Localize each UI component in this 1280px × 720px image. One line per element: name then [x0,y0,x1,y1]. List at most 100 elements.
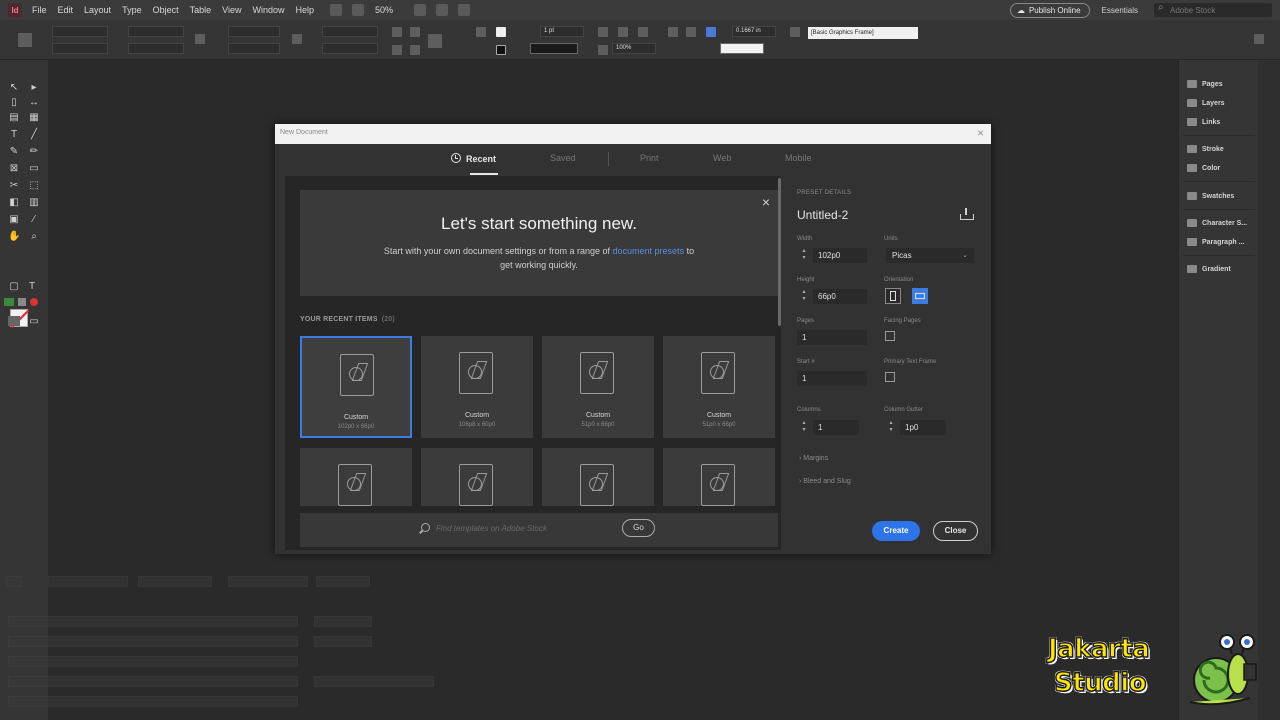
direct-selection-tool-icon[interactable]: ▸ [28,82,40,94]
auto-fit-icon[interactable] [706,27,716,37]
arrange-documents-icon[interactable] [458,4,471,16]
align-center-icon[interactable] [686,27,696,37]
apply-color-icon[interactable] [4,298,14,306]
document-presets-link[interactable]: document presets [613,246,685,256]
dialog-close-icon[interactable]: × [977,126,984,140]
recent-item-card[interactable] [421,448,533,506]
h-field[interactable] [128,43,184,54]
bleed-slug-expander[interactable]: › Bleed and Slug [799,478,851,485]
panel-character-styles[interactable]: Character S... [1187,219,1247,227]
go-button[interactable]: Go [622,519,655,537]
document-name-field[interactable]: Untitled-2 [797,208,848,222]
type-tool-icon[interactable]: T [8,129,20,141]
recent-item-card[interactable] [300,448,412,506]
reference-point-icon[interactable] [18,33,32,47]
menu-type[interactable]: Type [122,5,142,15]
stroke-swatch[interactable] [496,45,506,55]
units-select[interactable]: Picas ⌄ [886,248,974,263]
panel-swatches[interactable]: Swatches [1187,192,1234,200]
width-stepper[interactable]: ▴ ▾ [800,248,808,263]
recent-item-card[interactable]: Custom 51p0 x 66p0 [663,336,775,438]
gutter-stepper[interactable]: ▴ ▾ [887,420,895,435]
margins-expander[interactable]: › Margins [799,455,828,462]
content-collector-icon[interactable]: ▤ [8,112,20,124]
gradient-feather-tool-icon[interactable]: ▥ [28,197,40,209]
zoom-level[interactable]: 50% [375,5,393,15]
width-field[interactable]: 102p0 [813,248,867,263]
color-field[interactable] [720,43,764,54]
portrait-orientation-button[interactable] [885,288,901,304]
primary-text-frame-checkbox[interactable] [885,372,895,382]
rotation-field[interactable] [322,26,378,37]
panel-paragraph-styles[interactable]: Paragraph ... [1187,238,1244,246]
content-placer-icon[interactable]: ▦ [28,112,40,124]
opacity-icon[interactable] [598,45,608,55]
close-button[interactable]: Close [933,521,978,541]
publish-online-button[interactable]: ☁ Publish Online [1009,2,1090,18]
eyedropper-tool-icon[interactable]: ⁄ [28,214,40,226]
gradient-swatch-tool-icon[interactable]: ◧ [8,197,20,209]
view-options-icon[interactable] [414,4,427,16]
normal-view-icon[interactable] [8,316,20,326]
start-page-field[interactable]: 1 [797,371,867,386]
menu-edit[interactable]: Edit [58,5,74,15]
recent-item-card[interactable] [663,448,775,506]
tab-mobile[interactable]: Mobile [785,153,812,163]
create-button[interactable]: Create [872,521,920,541]
shear-field[interactable] [322,43,378,54]
banner-close-icon[interactable]: × [762,194,770,210]
column-gutter-field[interactable]: 1p0 [900,420,946,435]
gap-tool-icon[interactable]: ↔ [28,97,40,109]
menu-layout[interactable]: Layout [84,5,111,15]
flip-horizontal-icon[interactable] [392,45,402,55]
fill-none-swatch[interactable] [496,27,506,37]
recent-item-card[interactable]: Custom 102p0 x 66p0 [300,336,412,438]
opacity-field[interactable]: 100% [612,43,656,54]
x-field[interactable] [52,26,108,37]
rectangle-tool-icon[interactable]: ▭ [28,163,40,175]
bridge-icon[interactable] [330,4,342,16]
line-tool-icon[interactable]: ╱ [28,129,40,141]
panel-stroke[interactable]: Stroke [1187,145,1224,153]
panel-gradient[interactable]: Gradient [1187,265,1231,273]
recent-item-card[interactable] [542,448,654,506]
selection-tool-icon[interactable]: ↖ [8,82,20,94]
note-tool-icon[interactable]: ▣ [8,214,20,226]
menu-view[interactable]: View [222,5,241,15]
columns-field[interactable]: 1 [813,420,859,435]
page-tool-icon[interactable]: ▯ [8,97,20,109]
indesign-logo-icon[interactable]: Id [8,3,22,17]
rotate-cw-icon[interactable] [392,27,402,37]
fit-content-icon[interactable] [638,27,648,37]
frame-fitting-icon[interactable] [618,27,628,37]
fill-icon[interactable] [476,27,486,37]
apply-none-icon[interactable] [30,298,38,306]
panel-layers[interactable]: Layers [1187,99,1225,107]
text-wrap-icon[interactable] [598,27,608,37]
scale-y-field[interactable] [228,43,280,54]
flip-vertical-icon[interactable] [410,45,420,55]
scissors-tool-icon[interactable]: ✂ [8,180,20,192]
formatting-container-icon[interactable]: ▢ [8,281,20,293]
object-style-icon[interactable] [790,27,800,37]
hand-tool-icon[interactable]: ✋ [8,231,20,243]
pencil-tool-icon[interactable]: ✏ [28,146,40,158]
menu-file[interactable]: File [32,5,47,15]
w-field[interactable] [128,26,184,37]
template-search-input[interactable]: Find templates on Adobe Stock [420,524,600,533]
zoom-tool-icon[interactable]: ⌕ [28,231,40,243]
menu-table[interactable]: Table [190,5,212,15]
landscape-orientation-button[interactable] [912,288,928,304]
align-left-icon[interactable] [668,27,678,37]
constrain-scale-icon[interactable] [292,34,302,44]
panel-links[interactable]: Links [1187,118,1220,126]
object-style-select[interactable]: [Basic Graphics Frame] [808,27,918,39]
panel-color[interactable]: Color [1187,164,1220,172]
save-preset-icon[interactable] [959,208,974,220]
pen-tool-icon[interactable]: ✎ [8,146,20,158]
menu-object[interactable]: Object [153,5,179,15]
height-field[interactable]: 66p0 [813,289,867,304]
scale-x-field[interactable] [228,26,280,37]
recent-scrollbar[interactable] [778,178,781,326]
select-container-icon[interactable] [428,34,442,48]
